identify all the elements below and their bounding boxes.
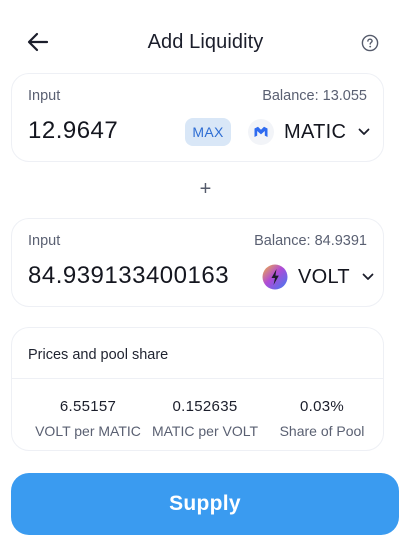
chevron-down-icon: [362, 273, 374, 281]
stat-matic-per-volt: 0.152635 MATIC per VOLT: [143, 398, 267, 439]
amount-input[interactable]: 84.939133400163: [28, 262, 248, 290]
divider: [12, 378, 383, 379]
matic-logo-icon: [248, 119, 274, 145]
balance-text[interactable]: Balance: 13.055: [262, 88, 367, 104]
token-select-matic[interactable]: MATIC: [248, 116, 370, 148]
stat-volt-per-matic: 6.55157 VOLT per MATIC: [26, 398, 150, 439]
prices-panel: Prices and pool share 6.55157 VOLT per M…: [11, 327, 384, 451]
stat-value: 0.03%: [299, 398, 345, 415]
input-label: Input: [28, 233, 61, 249]
token-symbol: MATIC: [284, 120, 347, 143]
token-select-volt[interactable]: VOLT: [262, 261, 374, 293]
input-label: Input: [28, 88, 61, 104]
input-panel-b: Input Balance: 84.9391 84.939133400163 V…: [11, 218, 384, 307]
stat-value: 0.152635: [172, 398, 238, 415]
prices-title: Prices and pool share: [28, 347, 169, 363]
max-button[interactable]: MAX: [185, 118, 231, 146]
token-symbol: VOLT: [298, 265, 350, 288]
stat-label: Share of Pool: [279, 423, 365, 439]
question-circle-icon: [361, 34, 379, 52]
help-button[interactable]: [361, 34, 379, 52]
volt-logo-icon: [262, 264, 288, 290]
stat-label: MATIC per VOLT: [151, 423, 259, 439]
stat-share-of-pool: 0.03% Share of Pool: [260, 398, 384, 439]
chevron-down-icon: [358, 128, 370, 136]
amount-input[interactable]: 12.9647: [28, 117, 118, 145]
supply-button[interactable]: Supply: [11, 473, 399, 535]
plus-icon: +: [199, 178, 212, 200]
page-title: Add Liquidity: [147, 31, 264, 53]
stat-value: 6.55157: [59, 398, 117, 415]
input-panel-a: Input Balance: 13.055 12.9647 MAX MATIC: [11, 73, 384, 162]
stat-label: VOLT per MATIC: [35, 423, 141, 439]
balance-text[interactable]: Balance: 84.9391: [254, 233, 367, 249]
